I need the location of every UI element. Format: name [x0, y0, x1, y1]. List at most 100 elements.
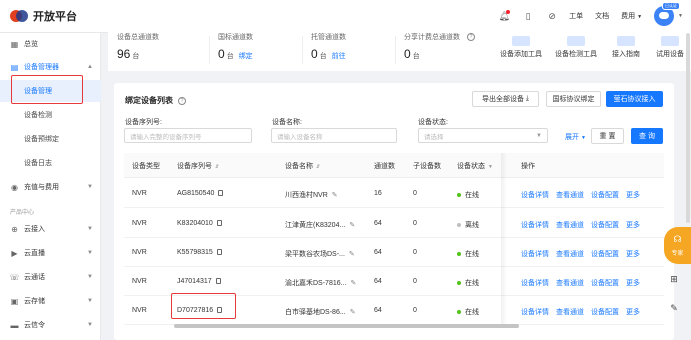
button-label: 导出全部设备	[481, 96, 524, 103]
help-icon[interactable]: ?	[178, 96, 186, 105]
device-config-link[interactable]: 设备配置	[591, 278, 619, 288]
device-config-link[interactable]: 设备配置	[591, 249, 619, 259]
sidebar-item-overview[interactable]: ▦ 总览	[0, 33, 101, 55]
sidebar-item-label: 云存储	[24, 298, 45, 305]
mobile-icon[interactable]: ▯	[521, 9, 535, 23]
sidebar-item-label: 设备检测	[24, 112, 52, 119]
sidebar-item-device-check[interactable]: 设备检测	[0, 104, 101, 126]
edit-icon[interactable]: ✎	[332, 192, 338, 199]
col-serial[interactable]: 设备序列号 ⇵	[177, 161, 219, 171]
avatar[interactable]: 已认证	[654, 2, 681, 26]
status-dot	[457, 310, 461, 315]
device-detail-link[interactable]: 设备详情	[521, 249, 549, 259]
select-placeholder: 请选择	[424, 133, 444, 141]
verified-badge: 已认证	[662, 2, 681, 10]
device-config-link[interactable]: 设备配置	[591, 190, 619, 200]
more-link[interactable]: 更多	[626, 220, 640, 230]
tool-trial-device[interactable]: 试用设备	[643, 36, 691, 59]
feedback-icon[interactable]: ✎	[667, 301, 681, 315]
stat-value: 96	[117, 47, 131, 61]
edit-icon[interactable]: ✎	[349, 222, 355, 229]
compass-icon[interactable]: ⊘	[545, 9, 559, 23]
col-sub-devices: 子设备数	[413, 163, 441, 170]
gb-bind-button[interactable]: 国标协议绑定	[546, 91, 601, 107]
chevron-down-icon: ▼	[87, 184, 93, 190]
copy-icon[interactable]	[215, 278, 221, 285]
device-config-link[interactable]: 设备配置	[591, 220, 619, 230]
expert-label: 专家	[671, 251, 684, 257]
expert-consult-button[interactable]: ☊ 专家	[664, 227, 691, 264]
nav-ticket[interactable]: 工单	[569, 11, 583, 21]
row-actions: 设备详情 查看通道 设备配置 更多	[521, 220, 647, 230]
view-channels-link[interactable]: 查看通道	[556, 249, 584, 259]
chevron-down-icon: ▼	[637, 14, 643, 20]
more-link[interactable]: 更多	[626, 307, 640, 317]
stats-panel: 设备总通道数 96 台 国标通道数 0 台绑定 托管通道数 0 台前往 分享计费总通道…	[108, 28, 691, 71]
query-button[interactable]: 查 询	[631, 128, 663, 144]
gift-icon[interactable]: ⊞	[667, 272, 681, 286]
col-label: 设备状态	[457, 163, 485, 170]
view-channels-link[interactable]: 查看通道	[556, 278, 584, 288]
sidebar-item-cloud-live[interactable]: ▶ 云直播 ▼	[0, 242, 101, 264]
device-detail-link[interactable]: 设备详情	[521, 307, 549, 317]
serial-text: AG8150540	[177, 190, 215, 197]
view-channels-link[interactable]: 查看通道	[556, 220, 584, 230]
export-all-button[interactable]: 导出全部设备 ⤓	[472, 91, 539, 107]
name-input[interactable]: 请输入设备名称	[271, 128, 397, 143]
sidebar-item-cloud-signal[interactable]: ▬ 云信令 ▼	[0, 314, 101, 336]
tool-device-check[interactable]: 设备检测工具	[549, 36, 603, 59]
device-detail-link[interactable]: 设备详情	[521, 278, 549, 288]
sidebar-item-recharge[interactable]: ◉ 充值与费用 ▼	[0, 176, 101, 198]
col-label: 设备名称	[285, 163, 313, 170]
help-icon[interactable]: ?	[466, 33, 475, 42]
copy-icon[interactable]	[218, 190, 224, 197]
more-link[interactable]: 更多	[626, 190, 640, 200]
sidebar-item-label: 云通话	[24, 274, 45, 281]
status-dot	[457, 223, 461, 228]
col-label: 设备序列号	[177, 163, 212, 170]
edit-icon[interactable]: ✎	[349, 251, 355, 258]
col-name[interactable]: 设备名称 ⇵	[285, 161, 320, 171]
col-status[interactable]: 设备状态 ▼	[457, 161, 493, 171]
bind-link[interactable]: 绑定	[239, 51, 253, 61]
sidebar-item-device-log[interactable]: 设备日志	[0, 152, 101, 174]
serial-text: J47014317	[177, 278, 212, 285]
more-link[interactable]: 更多	[626, 278, 640, 288]
nav-billing[interactable]: 费用 ▼	[621, 11, 642, 21]
edit-icon[interactable]: ✎	[350, 309, 356, 316]
ys-access-button[interactable]: 萤石协议接入	[606, 91, 663, 107]
sidebar-item-cloud-call[interactable]: ☏ 云通话 ▼	[0, 266, 101, 288]
goto-link[interactable]: 前往	[332, 51, 346, 61]
nav-docs[interactable]: 文档	[595, 11, 609, 21]
expand-link[interactable]: 展开 ▼	[565, 132, 586, 142]
copy-icon[interactable]	[216, 249, 222, 256]
sidebar-item-cloud-access[interactable]: ⊕ 云接入 ▼	[0, 218, 101, 240]
view-channels-link[interactable]: 查看通道	[556, 307, 584, 317]
sidebar-item-device-prebind[interactable]: 设备预绑定	[0, 128, 101, 150]
tool-device-add[interactable]: 设备添加工具	[494, 36, 548, 59]
more-link[interactable]: 更多	[626, 249, 640, 259]
cell-type: NVR	[132, 220, 147, 227]
reset-button[interactable]: 重 置	[591, 128, 624, 144]
phone-icon: ☏	[9, 272, 20, 282]
notification-bell-icon[interactable]: 🔔︎	[497, 9, 511, 23]
device-detail-link[interactable]: 设备详情	[521, 190, 549, 200]
edit-icon[interactable]: ✎	[350, 280, 356, 287]
sidebar-item-label: 充值与费用	[24, 184, 59, 191]
status-text: 离线	[465, 222, 479, 229]
vertical-scrollbar[interactable]	[686, 33, 690, 223]
status-select[interactable]: 请选择 ▼	[418, 128, 548, 143]
tool-label: 试用设备	[656, 51, 684, 58]
logo[interactable]: 开放平台	[10, 7, 77, 25]
avatar-chevron-icon[interactable]: ▼	[678, 13, 683, 19]
cell-serial: J47014317	[177, 278, 221, 285]
device-config-link[interactable]: 设备配置	[591, 307, 619, 317]
serial-input[interactable]: 请输入完整的设备序列号	[124, 128, 252, 143]
device-detail-link[interactable]: 设备详情	[521, 220, 549, 230]
horizontal-scrollbar[interactable]	[174, 324, 519, 328]
card-title-text: 绑定设备列表	[125, 96, 173, 105]
copy-icon[interactable]	[216, 220, 222, 227]
stat-label: 国标通道数	[218, 34, 253, 41]
view-channels-link[interactable]: 查看通道	[556, 190, 584, 200]
sidebar-item-cloud-storage[interactable]: ▣ 云存储 ▼	[0, 290, 101, 312]
